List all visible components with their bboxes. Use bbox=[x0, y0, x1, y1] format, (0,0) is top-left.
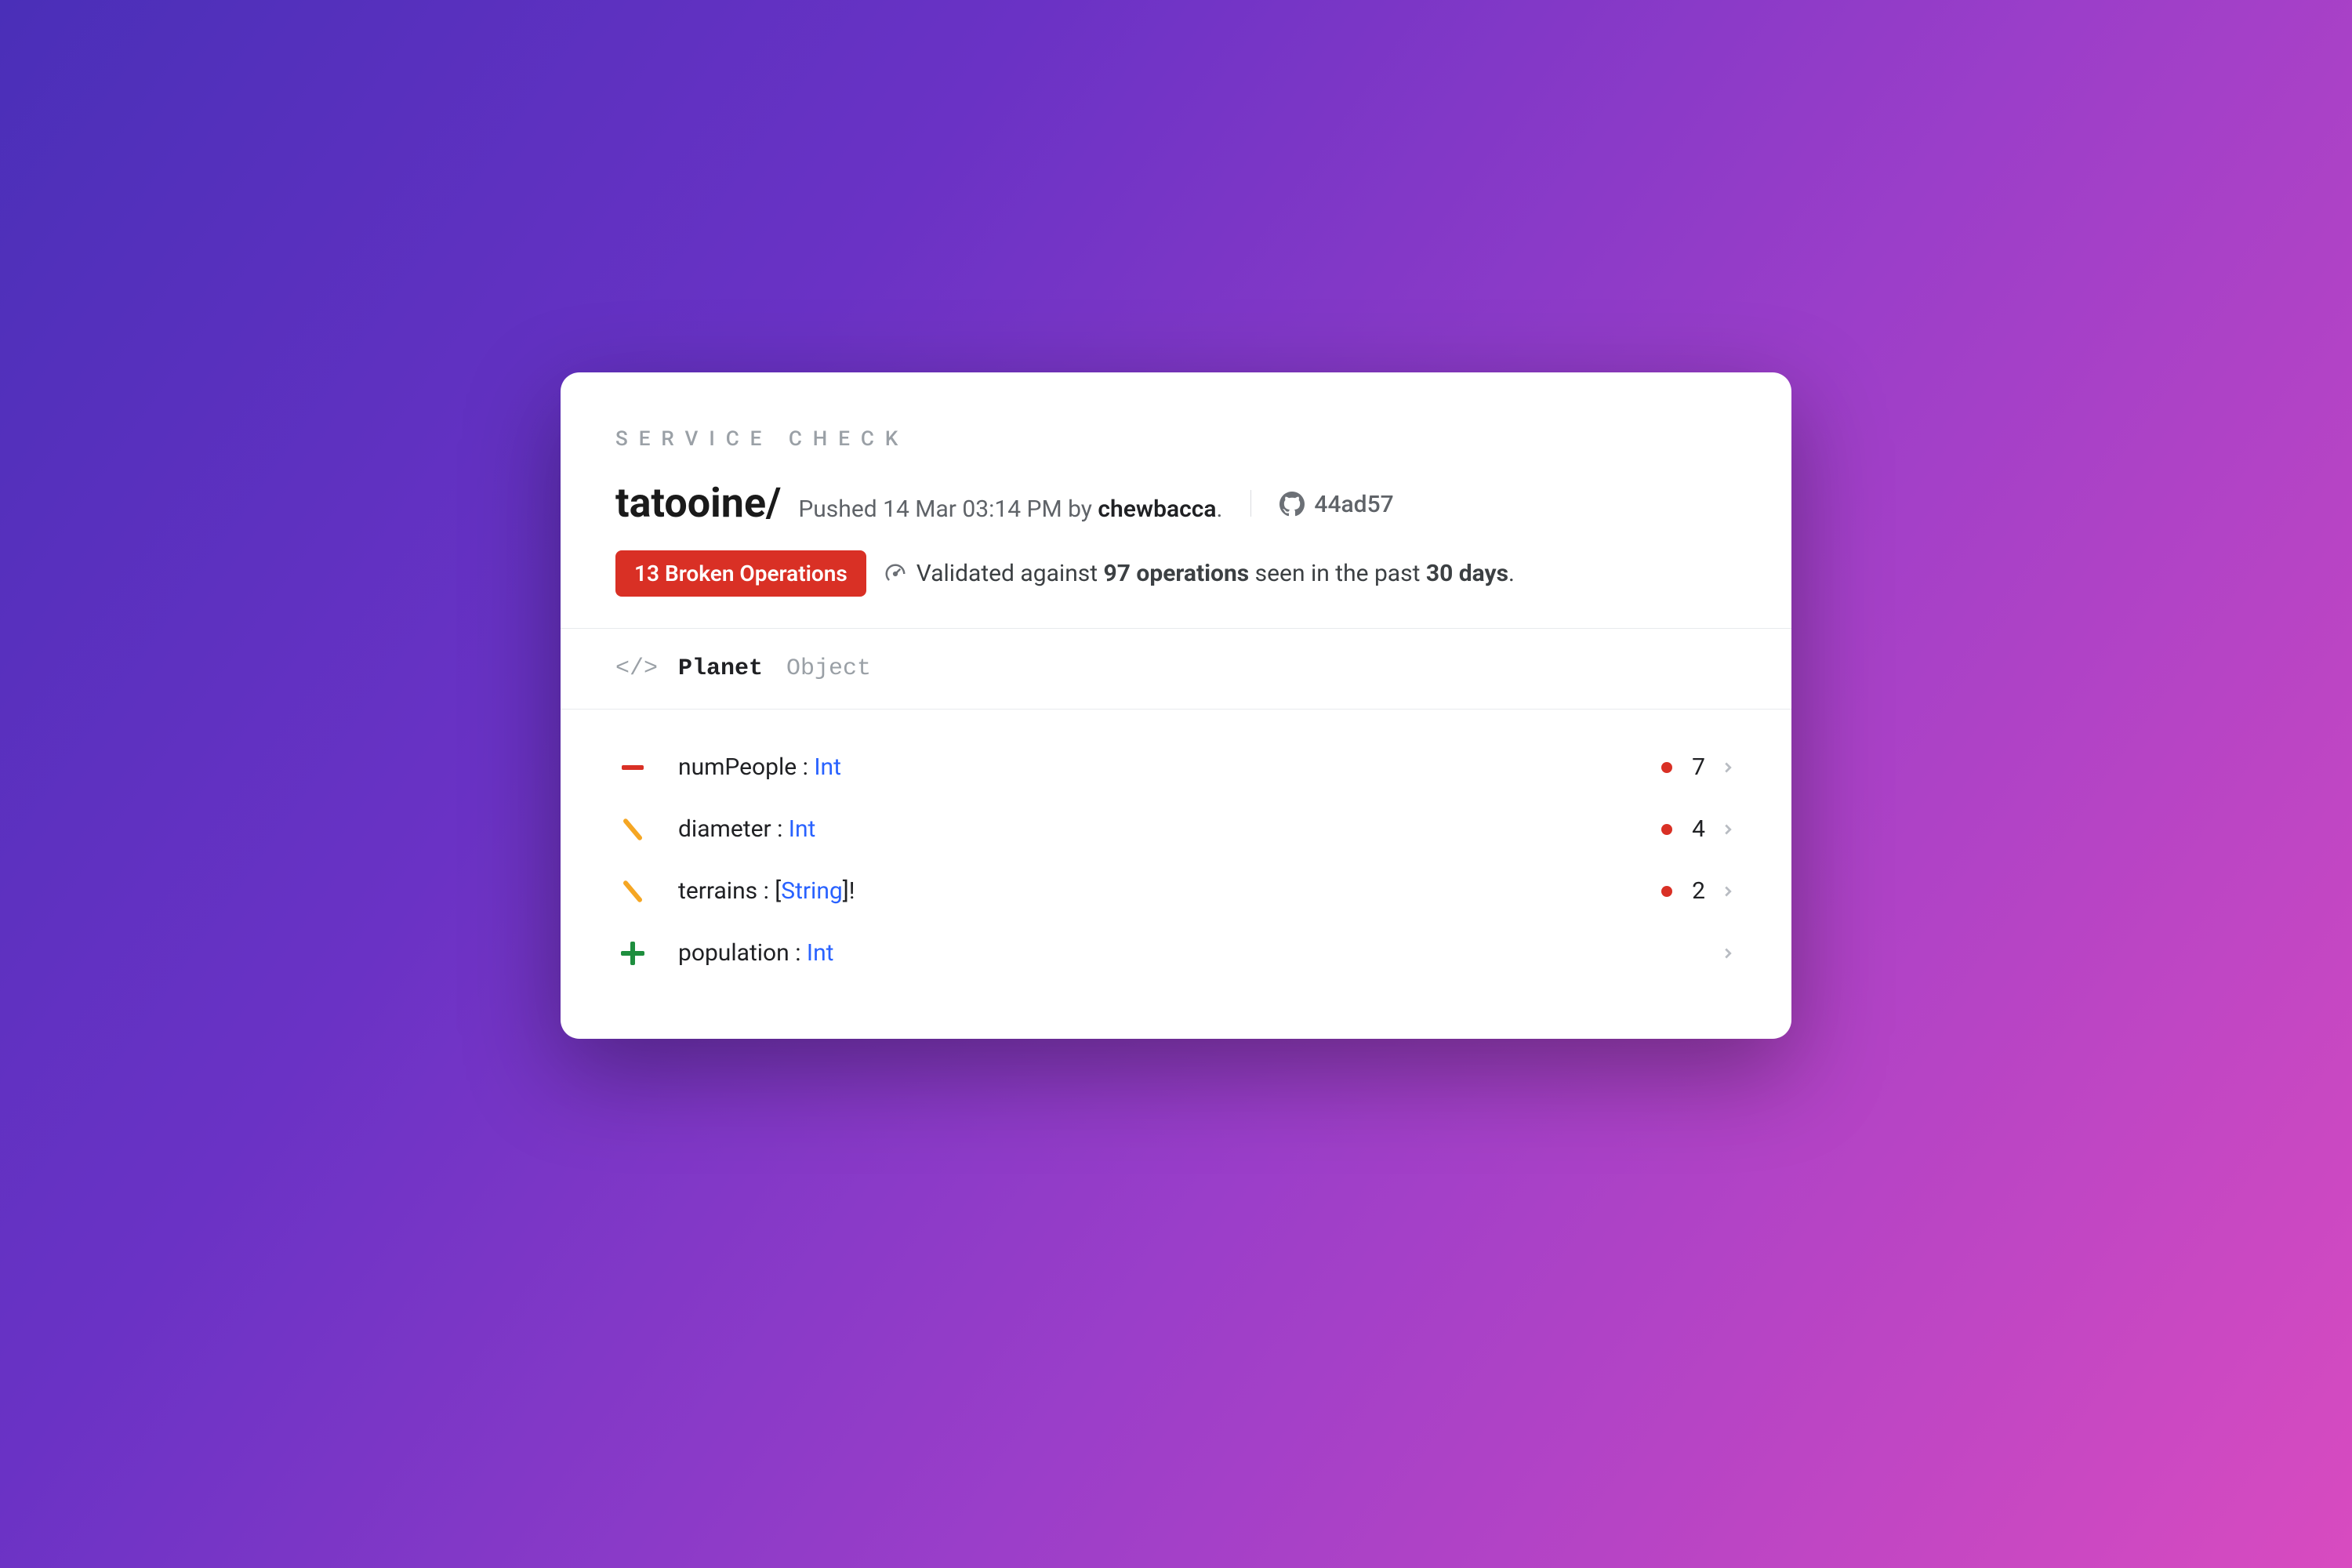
removed-icon bbox=[615, 765, 650, 770]
impact-count: 2 bbox=[1686, 877, 1705, 905]
commit-link[interactable]: 44ad57 bbox=[1279, 491, 1393, 518]
validated-prefix: Validated against bbox=[916, 560, 1104, 587]
chevron-right-icon bbox=[1719, 821, 1737, 838]
code-icon: </> bbox=[615, 655, 650, 682]
field-sep: : bbox=[797, 753, 814, 781]
modified-icon bbox=[615, 818, 650, 840]
gauge-icon bbox=[884, 562, 907, 586]
field-sep: : bbox=[771, 815, 789, 843]
period: . bbox=[1216, 495, 1222, 523]
pushed-prefix: Pushed bbox=[798, 495, 883, 523]
by-word: by bbox=[1062, 495, 1098, 523]
validated-suffix: . bbox=[1508, 560, 1515, 587]
field-name: terrains bbox=[678, 877, 757, 905]
added-icon bbox=[615, 942, 650, 965]
chevron-right-icon bbox=[1719, 945, 1737, 962]
field-type-suffix: ]! bbox=[843, 877, 855, 905]
broken-operations-badge[interactable]: 13 Broken Operations bbox=[615, 550, 866, 597]
impact-count: 7 bbox=[1686, 753, 1705, 781]
window: 30 days bbox=[1426, 560, 1508, 587]
field-sep: : bbox=[757, 877, 775, 905]
pushed-time: 14 Mar 03:14 PM bbox=[883, 495, 1062, 523]
field-row[interactable]: numPeople : Int 7 bbox=[615, 736, 1737, 798]
impact-count: 4 bbox=[1686, 815, 1705, 843]
field-impacts bbox=[1719, 945, 1737, 962]
field-list: numPeople : Int 7 diameter : Int 4 terra bbox=[615, 710, 1737, 984]
field-label: diameter : Int bbox=[678, 815, 1633, 843]
divider bbox=[1250, 490, 1251, 517]
field-name: population bbox=[678, 939, 789, 967]
title-row: tatooine/ Pushed 14 Mar 03:14 PM by chew… bbox=[615, 479, 1737, 527]
service-name: tatooine/ bbox=[615, 479, 781, 527]
github-icon bbox=[1279, 492, 1305, 517]
field-type: String bbox=[781, 877, 843, 905]
type-header[interactable]: </> Planet Object bbox=[615, 629, 1737, 709]
field-row[interactable]: terrains : [String]! 2 bbox=[615, 860, 1737, 922]
field-type: Int bbox=[814, 753, 841, 781]
field-sep: : bbox=[789, 939, 807, 967]
field-row[interactable]: population : Int bbox=[615, 922, 1737, 984]
commit-sha: 44ad57 bbox=[1314, 491, 1393, 518]
field-impacts: 4 bbox=[1661, 815, 1737, 843]
chevron-right-icon bbox=[1719, 759, 1737, 776]
validated-middle: seen in the past bbox=[1249, 560, 1426, 587]
field-label: numPeople : Int bbox=[678, 753, 1633, 781]
modified-icon bbox=[615, 880, 650, 902]
status-row: 13 Broken Operations Validated against 9… bbox=[615, 550, 1737, 597]
eyebrow-label: SERVICE CHECK bbox=[615, 427, 1737, 451]
field-type: Int bbox=[807, 939, 834, 967]
service-check-card: SERVICE CHECK tatooine/ Pushed 14 Mar 03… bbox=[561, 372, 1791, 1039]
field-impacts: 7 bbox=[1661, 753, 1737, 781]
status-dot-icon bbox=[1661, 886, 1672, 897]
status-dot-icon bbox=[1661, 762, 1672, 773]
field-impacts: 2 bbox=[1661, 877, 1737, 905]
type-name: Planet bbox=[678, 655, 763, 682]
field-row[interactable]: diameter : Int 4 bbox=[615, 798, 1737, 860]
author: chewbacca bbox=[1098, 495, 1216, 523]
type-kind: Object bbox=[786, 655, 871, 682]
field-type: Int bbox=[789, 815, 816, 843]
chevron-right-icon bbox=[1719, 883, 1737, 900]
field-name: diameter bbox=[678, 815, 771, 843]
status-dot-icon bbox=[1661, 824, 1672, 835]
field-label: population : Int bbox=[678, 939, 1691, 967]
pushed-info: Pushed 14 Mar 03:14 PM by chewbacca. bbox=[798, 495, 1222, 523]
field-label: terrains : [String]! bbox=[678, 877, 1633, 905]
validation-summary: Validated against 97 operations seen in … bbox=[884, 560, 1515, 587]
op-count: 97 operations bbox=[1104, 560, 1250, 587]
field-name: numPeople bbox=[678, 753, 797, 781]
